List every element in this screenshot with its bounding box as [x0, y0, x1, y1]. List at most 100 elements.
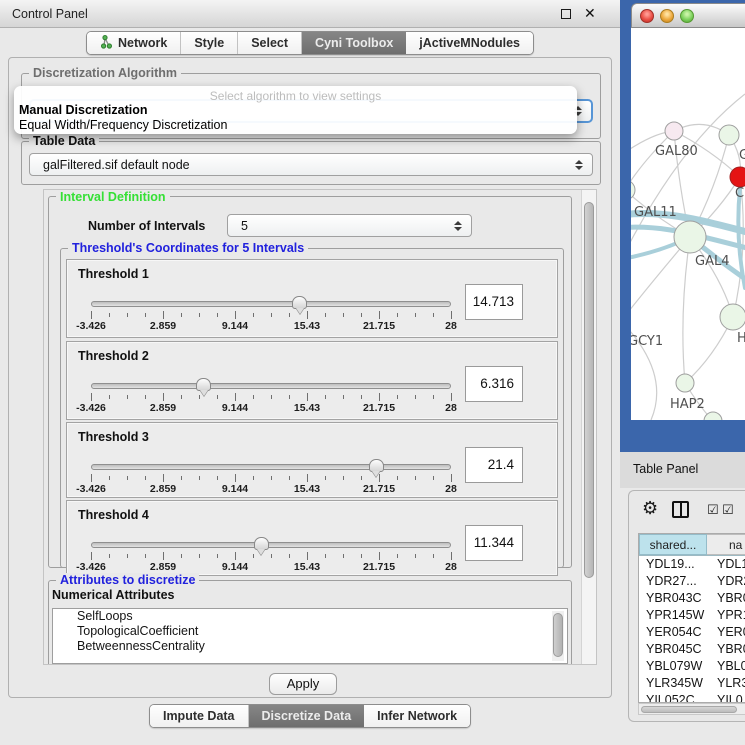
scrollbar-thumb[interactable]	[553, 613, 563, 657]
tab-select[interactable]: Select	[238, 32, 302, 54]
network-node-hap2[interactable]	[676, 374, 694, 392]
table-horizontal-scrollbar[interactable]	[638, 703, 745, 715]
cell-shared-name: YIL052C	[639, 692, 707, 703]
columns-icon[interactable]	[672, 501, 689, 518]
close-traffic-light[interactable]	[640, 9, 654, 23]
table-row[interactable]: YLR345WYLR3	[639, 675, 745, 692]
tab-cyni-toolbox[interactable]: Cyni Toolbox	[302, 32, 406, 54]
tick-mark	[289, 395, 290, 399]
scrollbar-thumb[interactable]	[641, 706, 737, 713]
threshold-box-1: Threshold 1-3.4262.8599.14415.4321.71528…	[66, 259, 558, 338]
cell-shared-name: YBR045C	[639, 641, 707, 658]
table-row[interactable]: YDL19...YDL1	[639, 556, 745, 573]
scrollbar-thumb[interactable]	[584, 202, 594, 578]
column-header-shared-name[interactable]: shared...	[639, 534, 707, 555]
attribute-list-item[interactable]: BetweennessCentrality	[53, 639, 567, 654]
table-row[interactable]: YBL079WYBL0	[639, 658, 745, 675]
tick-mark	[253, 554, 254, 558]
threshold-value-field[interactable]: 14.713	[465, 284, 523, 320]
table-header-row: shared... na	[639, 534, 745, 556]
attribute-list-item[interactable]: TopologicalCoefficient	[53, 624, 567, 639]
tick-mark	[361, 554, 362, 558]
minimize-traffic-light[interactable]	[660, 9, 674, 23]
tick-mark	[343, 554, 344, 558]
cell-name: YBR0	[707, 590, 745, 607]
float-window-icon[interactable]	[561, 9, 571, 19]
network-view-canvas[interactable]: GAL80GACGAL11GAL4GCY1HHAP2	[631, 28, 745, 420]
tab-impute-data[interactable]: Impute Data	[150, 705, 249, 727]
cell-name: YBR0	[707, 641, 745, 658]
cell-name: YDR2	[707, 573, 745, 590]
slider-tick-labels: -3.4262.8599.14415.4321.71528	[91, 483, 451, 495]
popup-option-manual-discretization[interactable]: Manual Discretization	[19, 103, 148, 117]
tick-mark	[415, 313, 416, 317]
slider-track[interactable]	[91, 301, 451, 307]
tick-mark	[289, 476, 290, 480]
node-attribute-table: shared... na YDL19...YDL1YDR27...YDR2YBR…	[638, 533, 745, 703]
table-row[interactable]: YPR145WYPR1	[639, 607, 745, 624]
table-row[interactable]: YBR045CYBR0	[639, 641, 745, 658]
attributes-title: Attributes to discretize	[56, 573, 199, 587]
cyni-toolbox-panel: Discretization Algorithm Table Data galF…	[8, 57, 612, 698]
slider-track[interactable]	[91, 464, 451, 470]
tab-label: Style	[194, 36, 224, 50]
column-header-name[interactable]: na	[707, 534, 745, 555]
table-row[interactable]: YDR27...YDR2	[639, 573, 745, 590]
threshold-value-field[interactable]: 6.316	[465, 366, 523, 402]
gear-icon[interactable]: ⚙	[642, 498, 658, 519]
table-row[interactable]: YIL052CYIL0	[639, 692, 745, 703]
tab-label: Select	[251, 36, 288, 50]
tab-infer-network[interactable]: Infer Network	[364, 705, 470, 727]
tab-label: Cyni Toolbox	[315, 36, 393, 50]
slider-thumb[interactable]	[254, 537, 269, 550]
slider-track[interactable]	[91, 542, 451, 548]
network-edge[interactable]	[631, 131, 674, 190]
network-node-gal4[interactable]	[674, 221, 706, 253]
slider-thumb[interactable]	[292, 296, 307, 309]
attributes-list-scrollbar[interactable]	[552, 611, 564, 661]
tick-mark	[271, 395, 272, 399]
tick-mark	[253, 476, 254, 480]
checkbox-icon[interactable]: ☑	[707, 502, 719, 518]
tick-mark	[91, 474, 92, 482]
popup-option-equal-width[interactable]: Equal Width/Frequency Discretization	[19, 118, 227, 132]
network-node-gal80[interactable]	[665, 122, 683, 140]
slider-thumb[interactable]	[196, 378, 211, 391]
tab-style[interactable]: Style	[181, 32, 238, 54]
table-data-combobox[interactable]: galFiltered.sif default node	[29, 153, 593, 176]
tick-mark	[181, 395, 182, 399]
numerical-attributes-list: SelfLoopsTopologicalCoefficientBetweenne…	[52, 608, 568, 664]
tab-jactivemnodules[interactable]: jActiveMNodules	[406, 32, 533, 54]
slider-thumb[interactable]	[369, 459, 384, 472]
network-window-titlebar[interactable]	[631, 3, 745, 28]
slider-track[interactable]	[91, 383, 451, 389]
threshold-value-field[interactable]: 21.4	[465, 447, 523, 483]
tick-mark	[199, 554, 200, 558]
tick-mark	[451, 311, 452, 319]
close-icon[interactable]: ✕	[584, 5, 596, 22]
tick-mark	[181, 476, 182, 480]
threshold-value-field[interactable]: 11.344	[465, 525, 523, 561]
table-row[interactable]: YER054CYER0	[639, 624, 745, 641]
node-label: GAL80	[655, 144, 698, 159]
table-row[interactable]: YBR043CYBR0	[639, 590, 745, 607]
cell-name: YDL1	[707, 556, 745, 573]
node-label: GA	[739, 148, 745, 163]
tab-discretize-data[interactable]: Discretize Data	[249, 705, 365, 727]
table-data-value: galFiltered.sif default node	[43, 158, 190, 172]
cell-shared-name: YBL079W	[639, 658, 707, 675]
network-edge[interactable]	[683, 237, 690, 383]
attribute-list-item[interactable]: SelfLoops	[53, 609, 567, 624]
zoom-traffic-light[interactable]	[680, 9, 694, 23]
checkbox-icon[interactable]: ☑	[722, 502, 734, 518]
apply-button[interactable]: Apply	[269, 673, 337, 695]
tick-mark	[289, 313, 290, 317]
tab-network[interactable]: Network	[87, 32, 181, 54]
settings-vertical-scrollbar[interactable]	[581, 190, 596, 664]
tick-mark	[217, 395, 218, 399]
threshold-box-2: Threshold 2-3.4262.8599.14415.4321.71528…	[66, 341, 558, 420]
network-node-c[interactable]	[730, 167, 745, 187]
network-node-h[interactable]	[720, 304, 745, 330]
num-intervals-combobox[interactable]: 5	[227, 214, 472, 237]
network-node-ga[interactable]	[719, 125, 739, 145]
